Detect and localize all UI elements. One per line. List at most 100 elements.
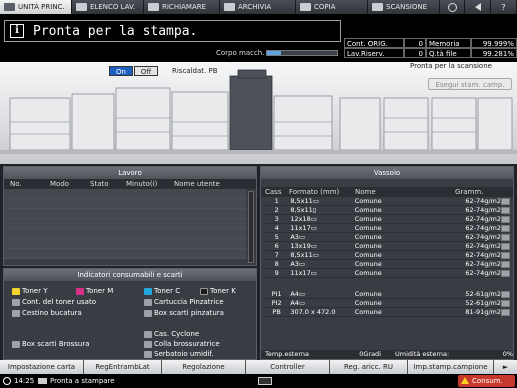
table-row[interactable]: [4, 249, 246, 259]
paper-settings-button[interactable]: Impostazione carta: [0, 360, 84, 374]
tray-cass: 9: [274, 269, 279, 277]
cyclone-box-icon: [144, 330, 152, 338]
help-button[interactable]: ?: [491, 0, 517, 14]
tray-formato: 13x19▭: [290, 242, 317, 250]
clock-icon: [3, 377, 11, 385]
adjustment-button[interactable]: Regolazione: [162, 360, 246, 374]
toner-c-indicator: Toner C: [144, 287, 180, 295]
globe-button[interactable]: [440, 0, 465, 14]
counter-label: Lav.Riserv.: [344, 48, 404, 58]
tray-level-icon: [501, 252, 510, 259]
tray-panel-title: Vassoio: [261, 167, 513, 179]
counters-panel: Cont. ORIG. 0 Memoria 99.999% Lav.Riserv…: [344, 38, 517, 60]
tray-level-icon: [501, 300, 510, 307]
tray-formato: A4▭: [290, 290, 306, 298]
volume-button[interactable]: [465, 0, 491, 14]
binding-waste-icon: [12, 340, 20, 348]
column-header: Formato (mm): [289, 188, 340, 196]
table-row[interactable]: [4, 239, 246, 249]
table-row[interactable]: [4, 199, 246, 209]
next-page-button[interactable]: ►: [494, 360, 517, 374]
sample-print-settings-button[interactable]: Imp.stamp.campione: [408, 360, 494, 374]
punch-bin-indicator: Cestino bucatura: [12, 309, 82, 317]
decurl-adjust-button[interactable]: Reg. aricc. RU: [330, 360, 408, 374]
tray-formato: A3▭: [290, 233, 306, 241]
job-list-scrollbar[interactable]: [248, 191, 254, 263]
toner-k-icon: [200, 287, 208, 295]
duplex-adjust-button[interactable]: RegEntrambLat: [84, 360, 162, 374]
tab-copia[interactable]: COPIA: [296, 0, 368, 14]
table-row[interactable]: [4, 209, 246, 219]
tray-row[interactable]: 6 13x19▭ Comune 62-74g/m2: [263, 242, 501, 251]
consumable-label: Serbatoio umidif.: [154, 350, 214, 358]
humidifier-tank-indicator: Serbatoio umidif.: [144, 350, 214, 358]
binding-glue-indicator: Colla brossuratrice: [144, 340, 220, 348]
tray-row[interactable]: PI1 A4▭ Comune 52-61g/m2: [263, 290, 501, 299]
tray-level-icon: [501, 207, 510, 214]
consumables-title: Indicatori consumabili e scarti: [4, 269, 256, 281]
tray-row[interactable]: PB 307.0 x 472.0 Comune 81-91g/m2: [263, 308, 501, 317]
job-table-header: No. Modo Stato Minuto(i) Nome utente: [4, 179, 256, 189]
tray-nome: Comune: [354, 215, 382, 223]
consumables-alert-button[interactable]: Consum.: [458, 375, 515, 387]
consumable-label: Toner C: [154, 287, 181, 295]
job-list[interactable]: [4, 189, 246, 259]
tray-nome: Comune: [354, 308, 382, 316]
info-icon: i: [10, 24, 24, 38]
job-panel: Lavoro No. Modo Stato Minuto(i) Nome ute…: [3, 166, 257, 266]
humidifier-tank-icon: [144, 350, 152, 358]
tray-row[interactable]: 7 8,5x11▭ Comune 62-74g/m2: [263, 251, 501, 260]
tray-gramm: 62-74g/m2: [465, 269, 501, 277]
tray-row[interactable]: 5 A3▭ Comune 62-74g/m2: [263, 233, 501, 242]
consumables-panel[interactable]: Indicatori consumabili e scarti Toner Y …: [3, 268, 257, 360]
consumable-label: Cestino bucatura: [22, 309, 82, 317]
tab-elenco-lav[interactable]: ELENCO LAV.: [72, 0, 144, 14]
tray-row[interactable]: 3 12x18▭ Comune 62-74g/m2: [263, 215, 501, 224]
counter-row: Lav.Riserv. 0 Q.tà file 99.281%: [344, 48, 517, 58]
consumable-label: Cont. del toner usato: [22, 298, 96, 306]
table-row[interactable]: [4, 229, 246, 239]
printer-unit-icon: [4, 3, 15, 11]
consumable-label: Toner M: [86, 287, 114, 295]
tray-gramm: 81-91g/m2: [465, 308, 501, 316]
tab-label: RICHIAMARE: [162, 3, 207, 11]
tray-row[interactable]: 9 11x17▭ Comune 62-74g/m2: [263, 269, 501, 278]
tray-row[interactable]: 8 A3▭ Comune 62-74g/m2: [263, 260, 501, 269]
controller-button[interactable]: Controller: [246, 360, 330, 374]
toner-m-icon: [76, 287, 84, 295]
tray-formato: A4▭: [290, 299, 306, 307]
column-header: Nome: [355, 188, 376, 196]
footer-bar: 14:25 Pronta a stampare Consum.: [0, 374, 517, 388]
tray-level-icon: [501, 216, 510, 223]
table-row[interactable]: [4, 189, 246, 199]
tray-gramm: 62-74g/m2: [465, 197, 501, 205]
status-area: i Pronta per la stampa. Corpo macch. Con…: [0, 14, 517, 62]
column-header: Modo: [50, 180, 70, 188]
tray-nome: Comune: [354, 233, 382, 241]
tray-level-icon: [501, 261, 510, 268]
cyclone-box-indicator: Cas. Cyclone: [144, 330, 199, 338]
printer-machine-illustration[interactable]: [0, 62, 517, 164]
tab-unita-princ[interactable]: UNITÀ PRINC.: [0, 0, 72, 14]
tray-row[interactable]: 4 11x17▭ Comune 62-74g/m2: [263, 224, 501, 233]
tray-cass: PI2: [271, 299, 282, 307]
tray-nome: Comune: [354, 224, 382, 232]
tab-label: SCANSIONE: [386, 3, 428, 11]
tray-level-icon: [501, 309, 510, 316]
tab-archivia[interactable]: ARCHIVIA: [220, 0, 296, 14]
keyboard-icon[interactable]: [258, 377, 272, 385]
scan-icon: [372, 3, 383, 11]
tab-scansione[interactable]: SCANSIONE: [368, 0, 440, 14]
counter-label: Memoria: [426, 38, 471, 48]
tray-row[interactable]: 2 8,5x11▯ Comune 62-74g/m2: [263, 206, 501, 215]
tray-row[interactable]: PI2 A4▭ Comune 52-61g/m2: [263, 299, 501, 308]
tray-level-icon: [501, 234, 510, 241]
tray-cass: 3: [274, 215, 279, 223]
tray-nome: Comune: [354, 299, 382, 307]
tray-level-icon: [501, 225, 510, 232]
machine-body-gauge: [266, 50, 338, 56]
main-panels: Lavoro No. Modo Stato Minuto(i) Nome ute…: [0, 164, 517, 360]
table-row[interactable]: [4, 219, 246, 229]
tray-row[interactable]: 1 8,5x11▭ Comune 62-74g/m2: [263, 197, 501, 206]
tab-richiamare[interactable]: RICHIAMARE: [144, 0, 220, 14]
